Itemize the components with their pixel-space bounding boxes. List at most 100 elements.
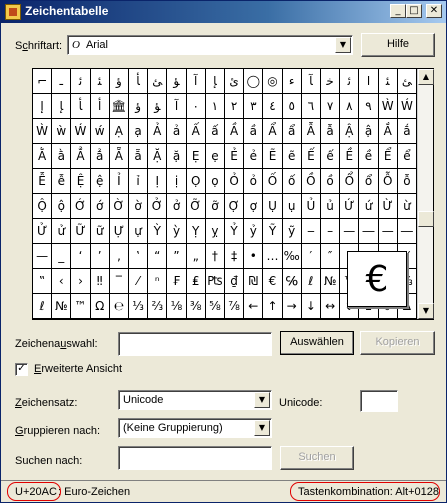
char-cell[interactable]: …: [263, 244, 283, 269]
char-cell[interactable]: Ễ: [33, 169, 53, 194]
char-cell[interactable]: ﺍ: [359, 69, 379, 94]
char-cell[interactable]: ⁄: [129, 269, 149, 294]
char-cell[interactable]: ℮: [109, 294, 129, 319]
char-cell[interactable]: ⅞: [225, 294, 245, 319]
char-cell[interactable]: ﺊ: [397, 69, 417, 94]
char-cell[interactable]: †: [205, 244, 225, 269]
char-cell[interactable]: ụ: [282, 194, 302, 219]
char-cell[interactable]: ‟: [33, 269, 53, 294]
char-cell[interactable]: ử: [52, 219, 72, 244]
scroll-up-icon[interactable]: ▲: [418, 69, 434, 85]
char-cell[interactable]: Ầ: [225, 119, 245, 144]
char-cell[interactable]: Ộ: [33, 194, 53, 219]
char-cell[interactable]: ẃ: [90, 119, 110, 144]
char-cell[interactable]: Ờ: [109, 194, 129, 219]
char-cell[interactable]: ﺃ: [90, 94, 110, 119]
char-cell[interactable]: —: [340, 219, 360, 244]
char-cell[interactable]: Ử: [33, 219, 53, 244]
char-cell[interactable]: ”: [167, 244, 187, 269]
char-cell[interactable]: Ế: [301, 144, 321, 169]
char-cell[interactable]: Ứ: [340, 194, 360, 219]
char-cell[interactable]: ‚: [109, 244, 129, 269]
char-cell[interactable]: ặ: [167, 144, 187, 169]
char-cell[interactable]: ắ: [397, 119, 417, 144]
char-cell[interactable]: ℓ: [33, 294, 53, 319]
char-cell[interactable]: ở: [167, 194, 187, 219]
char-cell[interactable]: Ẁ: [33, 119, 53, 144]
char-cell[interactable]: Ớ: [71, 194, 91, 219]
char-cell[interactable]: Ỹ: [263, 219, 283, 244]
close-button[interactable]: ✕: [426, 4, 442, 18]
char-cell[interactable]: →: [282, 294, 302, 319]
char-cell[interactable]: ấ: [205, 119, 225, 144]
char-cell[interactable]: ―: [397, 219, 417, 244]
char-cell[interactable]: Ẵ: [109, 144, 129, 169]
char-cell[interactable]: Ợ: [225, 194, 245, 219]
char-cell[interactable]: ⅔: [148, 294, 168, 319]
char-cell[interactable]: ⅛: [167, 294, 187, 319]
char-cell[interactable]: ﺧ: [321, 69, 341, 94]
char-cell[interactable]: Ẃ: [397, 94, 417, 119]
char-cell[interactable]: ™: [71, 294, 91, 319]
font-select[interactable]: O Arial ▼: [67, 35, 353, 55]
char-cell[interactable]: Ỵ: [186, 219, 206, 244]
char-cell[interactable]: –: [321, 219, 341, 244]
char-cell[interactable]: ٧: [321, 94, 341, 119]
char-cell[interactable]: ứ: [359, 194, 379, 219]
char-cell[interactable]: ố: [282, 169, 302, 194]
char-cell[interactable]: Ỏ: [225, 169, 245, 194]
char-cell[interactable]: —: [378, 219, 398, 244]
char-cell[interactable]: —: [33, 244, 53, 269]
char-cell[interactable]: ế: [321, 144, 341, 169]
char-cell[interactable]: Ω: [90, 294, 110, 319]
char-cell[interactable]: Ố: [263, 169, 283, 194]
char-cell[interactable]: ₪: [244, 269, 264, 294]
char-cell[interactable]: Ỉ: [109, 169, 129, 194]
char-cell[interactable]: ự: [129, 219, 149, 244]
char-cell[interactable]: Ụ: [263, 194, 283, 219]
char-cell[interactable]: ₤: [186, 269, 206, 294]
char-cell[interactable]: Ọ: [186, 169, 206, 194]
char-cell[interactable]: Ả: [148, 119, 168, 144]
char-cell[interactable]: Ặ: [148, 144, 168, 169]
char-cell[interactable]: ọ: [205, 169, 225, 194]
chevron-down-icon[interactable]: ▼: [254, 420, 270, 436]
char-cell[interactable]: ⅓: [129, 294, 149, 319]
char-cell[interactable]: ₫: [225, 269, 245, 294]
title-bar[interactable]: Zeichentabelle _ □ ✕: [1, 1, 446, 23]
char-cell[interactable]: ﺀ: [282, 69, 302, 94]
char-cell[interactable]: ‼: [90, 269, 110, 294]
char-cell[interactable]: ―: [359, 219, 379, 244]
char-cell[interactable]: Ủ: [301, 194, 321, 219]
char-cell[interactable]: ٩: [359, 94, 379, 119]
group-select[interactable]: (Keine Gruppierung) ▼: [118, 418, 272, 438]
char-cell[interactable]: Ấ: [186, 119, 206, 144]
char-cell[interactable]: Ậ: [340, 119, 360, 144]
select-button[interactable]: Auswählen: [280, 331, 354, 355]
char-cell[interactable]: ﺆ: [167, 69, 187, 94]
char-cell[interactable]: Ẩ: [263, 119, 283, 144]
char-cell[interactable]: Ẃ: [71, 119, 91, 144]
char-cell[interactable]: ẻ: [244, 144, 264, 169]
char-cell[interactable]: ’: [90, 244, 110, 269]
char-cell[interactable]: Ổ: [340, 169, 360, 194]
char-cell[interactable]: ừ: [397, 194, 417, 219]
char-cell[interactable]: ‹: [52, 269, 72, 294]
char-cell[interactable]: ẁ: [52, 119, 72, 144]
maximize-button[interactable]: □: [406, 4, 422, 18]
char-cell[interactable]: ﺊ: [148, 69, 168, 94]
char-cell[interactable]: ỹ: [282, 219, 302, 244]
char-cell[interactable]: ₣: [167, 269, 187, 294]
char-cell[interactable]: Ừ: [378, 194, 398, 219]
char-cell[interactable]: ổ: [359, 169, 379, 194]
search-input[interactable]: [118, 446, 272, 470]
char-cell[interactable]: ﺁ: [167, 94, 187, 119]
char-cell[interactable]: Ẫ: [301, 119, 321, 144]
char-cell[interactable]: ẩ: [282, 119, 302, 144]
char-cell[interactable]: ٤: [263, 94, 283, 119]
char-cell[interactable]: ٢: [225, 94, 245, 119]
char-cell[interactable]: Ệ: [71, 169, 91, 194]
char-cell[interactable]: ỵ: [205, 219, 225, 244]
char-cell[interactable]: Ự: [109, 219, 129, 244]
char-cell[interactable]: Ỗ: [378, 169, 398, 194]
